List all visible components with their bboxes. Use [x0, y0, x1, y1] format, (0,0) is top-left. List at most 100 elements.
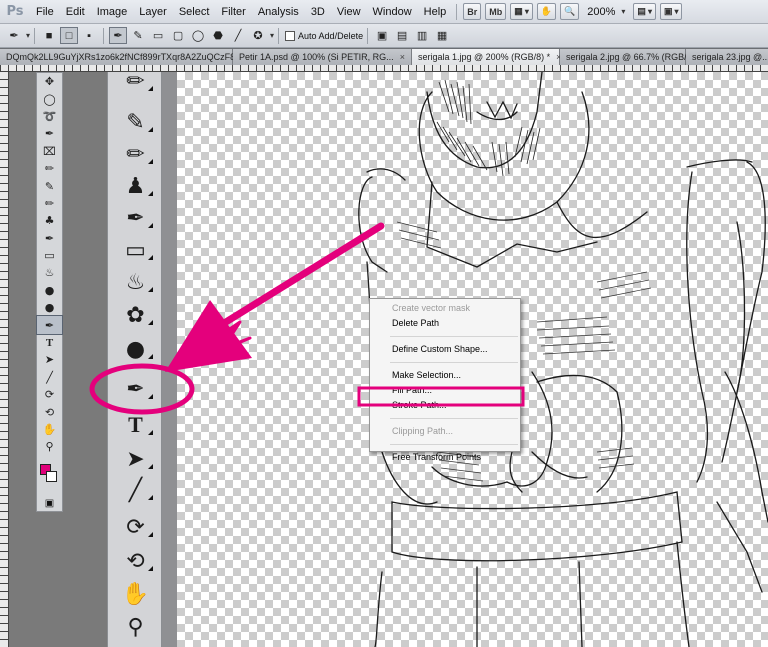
menu-item-make-selection[interactable]: Make Selection...	[370, 368, 520, 383]
screen-mode-icon[interactable]: ▣ ▾	[659, 3, 683, 20]
path-combine-exclude-icon[interactable]: ▦	[433, 27, 451, 44]
crop-icon[interactable]: ⌧	[37, 143, 62, 160]
menu-item-define-custom-shape[interactable]: Define Custom Shape...	[370, 342, 520, 357]
zoom-level[interactable]: 200%	[587, 6, 615, 18]
tab-document[interactable]: serigala 2.jpg @ 66.7% (RGB/... ×	[559, 49, 705, 65]
type-icon[interactable]: T	[37, 334, 62, 351]
background-color-swatch[interactable]	[46, 470, 57, 482]
menu-item-create-vector-mask[interactable]: Create vector mask	[370, 301, 520, 316]
menu-image[interactable]: Image	[91, 0, 134, 24]
menu-item-free-transform-points[interactable]: Free Transform Points	[370, 450, 520, 465]
menu-filter[interactable]: Filter	[215, 0, 251, 24]
extras-icon[interactable]: ▦ ▾	[510, 3, 533, 20]
freeform-pen-icon[interactable]: ✎	[129, 27, 147, 44]
marquee-icon[interactable]: ◯	[37, 90, 62, 107]
pen-large-icon[interactable]: ✒	[108, 374, 163, 404]
paths-mode-icon[interactable]: □	[60, 27, 79, 44]
menu-layer[interactable]: Layer	[133, 0, 173, 24]
zoom-large-icon[interactable]: ⚲	[108, 612, 163, 642]
history-brush-icon[interactable]: ✒	[37, 230, 62, 247]
move-icon[interactable]: ✥	[37, 73, 62, 90]
menu-item-delete-path[interactable]: Delete Path	[370, 316, 520, 331]
spot-healing-icon[interactable]: ✎	[37, 177, 62, 194]
shape-layers-icon[interactable]: ■	[40, 27, 58, 44]
menu-file[interactable]: File	[30, 0, 60, 24]
path-combine-intersect-icon[interactable]: ▥	[413, 27, 431, 44]
preset-dropdown-icon[interactable]: ▾	[26, 31, 30, 40]
rectangle-shape-icon[interactable]: ▭	[149, 27, 167, 44]
bridge-button[interactable]: Br	[463, 3, 482, 20]
rounded-rectangle-icon[interactable]: ▢	[169, 27, 187, 44]
options-separator	[103, 27, 105, 44]
menu-item-stroke-path[interactable]: Stroke Path...	[370, 398, 520, 413]
eraser-icon[interactable]: ▭	[37, 247, 62, 264]
menu-view[interactable]: View	[331, 0, 367, 24]
3d-rotate-icon[interactable]: ⟳	[37, 386, 62, 403]
lasso-icon[interactable]: ➰	[37, 108, 62, 125]
tab-document-active[interactable]: serigala 1.jpg @ 200% (RGB/8) * ×	[411, 49, 561, 65]
custom-shape-icon[interactable]: ✪	[249, 27, 267, 44]
zoom-dropdown-icon[interactable]: ▾	[621, 7, 625, 16]
eyedropper-icon[interactable]: ✏	[37, 160, 62, 177]
zoom-tool-icon[interactable]: 🔍	[560, 3, 580, 20]
menu-window[interactable]: Window	[367, 0, 418, 24]
menu-edit[interactable]: Edit	[60, 0, 91, 24]
eraser-large-icon[interactable]: ▭	[108, 235, 163, 265]
zoom-icon[interactable]: ⚲	[37, 438, 62, 455]
mini-bridge-button[interactable]: Mb	[485, 3, 507, 20]
menu-item-clipping-path[interactable]: Clipping Path...	[370, 424, 520, 439]
hand-large-icon[interactable]: ✋	[108, 579, 163, 609]
menu-analysis[interactable]: Analysis	[252, 0, 305, 24]
close-icon[interactable]: ×	[400, 49, 405, 65]
paint-bucket-large-icon[interactable]: ♨	[108, 267, 163, 297]
3d-rotate-large-icon[interactable]: ⟳	[108, 512, 163, 542]
line-icon[interactable]: ╱	[37, 369, 62, 386]
menu-3d[interactable]: 3D	[305, 0, 331, 24]
pen-preset-icon[interactable]: ✒	[5, 27, 23, 44]
arrange-documents-icon[interactable]: ▤ ▾	[633, 3, 656, 20]
shape-dropdown-icon[interactable]: ▾	[270, 31, 274, 40]
hand-tool-icon[interactable]: ✋	[536, 3, 557, 20]
brush-large-icon[interactable]: ✏	[108, 139, 163, 169]
tab-document[interactable]: DQmQk2LL9GuYjXRs1zo6k2fNCf899rTXqr8A2ZuQ…	[0, 49, 282, 65]
dodge-large-icon[interactable]: ●	[108, 334, 163, 364]
menu-select[interactable]: Select	[173, 0, 216, 24]
clone-stamp-icon[interactable]: ♣	[37, 212, 62, 229]
menu-help[interactable]: Help	[418, 0, 453, 24]
quick-mask-icon[interactable]: ▣	[37, 498, 62, 509]
blur-icon[interactable]: ●	[37, 282, 62, 299]
quick-selection-icon[interactable]: ✒	[37, 125, 62, 142]
menu-separator	[390, 362, 518, 363]
line-shape-icon[interactable]: ╱	[229, 27, 247, 44]
history-brush-large-icon[interactable]: ✒	[108, 203, 163, 233]
paint-bucket-icon[interactable]: ♨	[37, 264, 62, 281]
clone-stamp-large-icon[interactable]: ♟	[108, 171, 163, 201]
pen-icon[interactable]: ✒	[36, 315, 63, 335]
tab-document[interactable]: serigala 23.jpg @...	[685, 49, 768, 65]
tab-label: DQmQk2LL9GuYjXRs1zo6k2fNCf899rTXqr8A2ZuQ…	[6, 52, 271, 62]
path-selection-icon[interactable]: ➤	[37, 351, 62, 368]
path-combine-add-icon[interactable]: ▣	[373, 27, 391, 44]
menu-separator	[390, 336, 518, 337]
brush-icon[interactable]: ✏	[37, 195, 62, 212]
blur-large-icon[interactable]: ✿	[108, 300, 163, 330]
dodge-icon[interactable]: ●	[37, 299, 62, 316]
pen-tool-option-icon[interactable]: ✒	[109, 27, 128, 44]
type-large-icon[interactable]: T	[108, 410, 163, 440]
tab-document[interactable]: Petir 1A.psd @ 100% (Si PETIR, RG... ×	[233, 49, 412, 65]
3d-camera-large-icon[interactable]: ⟲	[108, 546, 163, 576]
vertical-ruler[interactable]	[0, 72, 9, 647]
ellipse-shape-icon[interactable]: ◯	[189, 27, 207, 44]
fill-pixels-icon[interactable]: ▪	[80, 27, 98, 44]
menu-item-fill-path[interactable]: Fill Path...	[370, 383, 520, 398]
polygon-shape-icon[interactable]: ⬣	[209, 27, 227, 44]
path-combine-subtract-icon[interactable]: ▤	[393, 27, 411, 44]
eyedropper-large-icon[interactable]: ✏	[108, 66, 163, 96]
auto-add-delete-checkbox[interactable]	[285, 30, 296, 41]
hand-icon[interactable]: ✋	[37, 421, 62, 438]
spot-healing-large-icon[interactable]: ✎	[108, 107, 163, 137]
path-selection-large-icon[interactable]: ➤	[108, 444, 163, 474]
color-swatches	[37, 462, 62, 496]
3d-camera-icon[interactable]: ⟲	[37, 403, 62, 420]
line-large-icon[interactable]: ╱	[108, 475, 163, 505]
